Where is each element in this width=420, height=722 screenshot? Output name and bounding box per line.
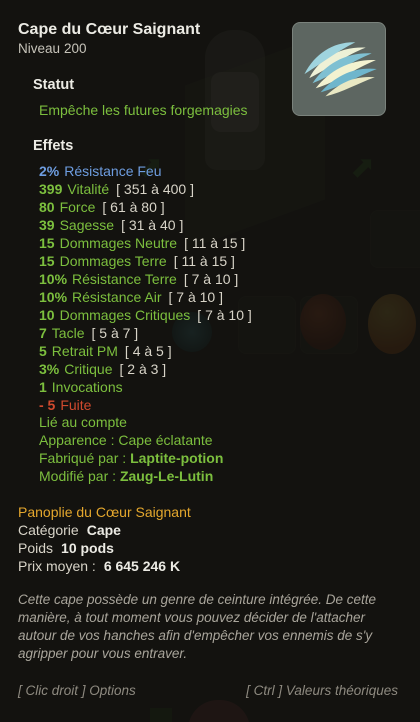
effect-line: 15 Dommages Terre [ 11 à 15 ] bbox=[39, 252, 235, 270]
effect-stat: 10 Dommages Critiques bbox=[39, 307, 190, 323]
effect-value: 7 bbox=[39, 325, 47, 341]
effect-name: Invocations bbox=[51, 379, 123, 395]
effect-stat: 39 Sagesse bbox=[39, 217, 114, 233]
effect-range: [ 11 à 15 ] bbox=[173, 253, 235, 269]
effect-value: 39 bbox=[39, 217, 55, 233]
item-name: Cape du Cœur Saignant bbox=[18, 21, 201, 38]
effect-range: [ 2 à 3 ] bbox=[119, 361, 167, 377]
effect-name: Vitalité bbox=[67, 181, 110, 197]
effect-name: Dommages Neutre bbox=[59, 235, 178, 251]
effect-line: 39 Sagesse [ 31 à 40 ] bbox=[39, 216, 183, 234]
effect-stat: 1 Invocations bbox=[39, 379, 123, 395]
effect-value: 2% bbox=[39, 163, 60, 179]
weight-row: Poids 10 pods bbox=[18, 539, 114, 557]
effect-value: 80 bbox=[39, 199, 55, 215]
effect-name: Résistance Terre bbox=[72, 271, 177, 287]
effect-stat: 3% Critique bbox=[39, 361, 112, 377]
effect-value: - 5 bbox=[39, 397, 56, 413]
item-level-label: Niveau bbox=[18, 41, 61, 56]
effects-title: Effets bbox=[33, 138, 74, 154]
effect-value: 1 bbox=[39, 379, 47, 395]
modified-by-line: Modifié par : Zaug-Le-Lutin bbox=[39, 467, 213, 485]
status-title: Statut bbox=[33, 77, 75, 93]
effect-stat: 399 Vitalité bbox=[39, 181, 109, 197]
effect-line: 7 Tacle [ 5 à 7 ] bbox=[39, 324, 138, 342]
effect-line: 10% Résistance Air [ 7 à 10 ] bbox=[39, 288, 223, 306]
effect-line: 1 Invocations bbox=[39, 378, 123, 396]
effect-value: 10% bbox=[39, 289, 68, 305]
effect-stat: 15 Dommages Terre bbox=[39, 253, 167, 269]
effect-name: Résistance Air bbox=[72, 289, 162, 305]
effect-value: 15 bbox=[39, 235, 55, 251]
effect-line: 2% Résistance Feu bbox=[39, 162, 162, 180]
effect-value: 10 bbox=[39, 307, 55, 323]
effect-stat: 10% Résistance Air bbox=[39, 289, 162, 305]
effect-name: Critique bbox=[64, 361, 113, 377]
weight-label: Poids bbox=[18, 540, 54, 556]
modified-by-name: Zaug-Le-Lutin bbox=[119, 468, 214, 484]
item-tooltip: Cape du Cœur Saignant Niveau 200 Statut E… bbox=[0, 0, 420, 722]
appearance-text: Apparence : Cape éclatante bbox=[39, 432, 213, 448]
effect-stat: 2% Résistance Feu bbox=[39, 163, 162, 179]
effect-name: Dommages Terre bbox=[59, 253, 167, 269]
item-image[interactable] bbox=[292, 22, 386, 116]
effect-name: Retrait PM bbox=[51, 343, 118, 359]
effect-stat: 5 Retrait PM bbox=[39, 343, 118, 359]
crafted-by-name: Laptite-potion bbox=[130, 450, 224, 466]
effect-line: 3% Critique [ 2 à 3 ] bbox=[39, 360, 166, 378]
effect-line: 399 Vitalité [ 351 à 400 ] bbox=[39, 180, 194, 198]
cape-feather-icon bbox=[304, 42, 377, 97]
effect-stat: 10% Résistance Terre bbox=[39, 271, 177, 287]
category-value: Cape bbox=[86, 522, 121, 538]
effect-line: 5 Retrait PM [ 4 à 5 ] bbox=[39, 342, 172, 360]
effect-value: 399 bbox=[39, 181, 63, 197]
modified-by-label: Modifié par : bbox=[39, 468, 117, 484]
effect-range: [ 7 à 10 ] bbox=[168, 289, 223, 305]
effect-stat: 7 Tacle bbox=[39, 325, 84, 341]
account-bound-text: Lié au compte bbox=[39, 414, 127, 430]
effect-range: [ 11 à 15 ] bbox=[184, 235, 246, 251]
effect-range: [ 31 à 40 ] bbox=[121, 217, 184, 233]
item-level: Niveau 200 bbox=[18, 40, 200, 58]
effect-line: 10 Dommages Critiques [ 7 à 10 ] bbox=[39, 306, 252, 324]
effect-name: Tacle bbox=[51, 325, 85, 341]
effect-name: Dommages Critiques bbox=[59, 307, 191, 323]
price-value: 6 645 246 K bbox=[103, 558, 181, 574]
category-row: Catégorie Cape bbox=[18, 521, 121, 539]
effect-name: Force bbox=[59, 199, 96, 215]
item-header: Cape du Cœur Saignant Niveau 200 bbox=[18, 20, 200, 58]
effect-name: Fuite bbox=[60, 397, 92, 413]
item-level-value: 200 bbox=[64, 41, 87, 56]
effect-range: [ 351 à 400 ] bbox=[116, 181, 194, 197]
effect-range: [ 61 à 80 ] bbox=[102, 199, 165, 215]
effect-line: 10% Résistance Terre [ 7 à 10 ] bbox=[39, 270, 238, 288]
price-label: Prix moyen : bbox=[18, 558, 96, 574]
effect-line: 15 Dommages Neutre [ 11 à 15 ] bbox=[39, 234, 245, 252]
effect-range: [ 7 à 10 ] bbox=[183, 271, 239, 287]
effect-stat: - 5 Fuite bbox=[39, 397, 91, 413]
effect-stat: 80 Force bbox=[39, 199, 95, 215]
price-row: Prix moyen : 6 645 246 K bbox=[18, 557, 180, 575]
item-set-link[interactable]: Panoplie du Cœur Saignant bbox=[18, 503, 191, 521]
effect-value: 3% bbox=[39, 361, 60, 377]
category-label: Catégorie bbox=[18, 522, 79, 538]
effect-range: [ 4 à 5 ] bbox=[124, 343, 172, 359]
crafted-by-line: Fabriqué par : Laptite-potion bbox=[39, 449, 223, 467]
effect-value: 10% bbox=[39, 271, 68, 287]
effect-value: 5 bbox=[39, 343, 47, 359]
item-description: Cette cape possède un genre de ceinture … bbox=[18, 592, 376, 661]
right-click-options-hint: [ Clic droit ] Options bbox=[18, 683, 136, 698]
effect-name: Résistance Feu bbox=[64, 163, 162, 179]
effect-value: 15 bbox=[39, 253, 55, 269]
effect-line: - 5 Fuite bbox=[39, 396, 91, 414]
effect-line: 80 Force [ 61 à 80 ] bbox=[39, 198, 165, 216]
crafted-by-label: Fabriqué par : bbox=[39, 450, 127, 466]
effect-range: [ 7 à 10 ] bbox=[197, 307, 252, 323]
ctrl-theoretical-values-hint: [ Ctrl ] Valeurs théoriques bbox=[246, 683, 398, 698]
effect-name: Sagesse bbox=[59, 217, 115, 233]
weight-value: 10 pods bbox=[61, 540, 114, 556]
status-text: Empêche les futures forgemagies bbox=[39, 102, 248, 118]
effect-stat: 15 Dommages Neutre bbox=[39, 235, 177, 251]
effect-range: [ 5 à 7 ] bbox=[91, 325, 139, 341]
